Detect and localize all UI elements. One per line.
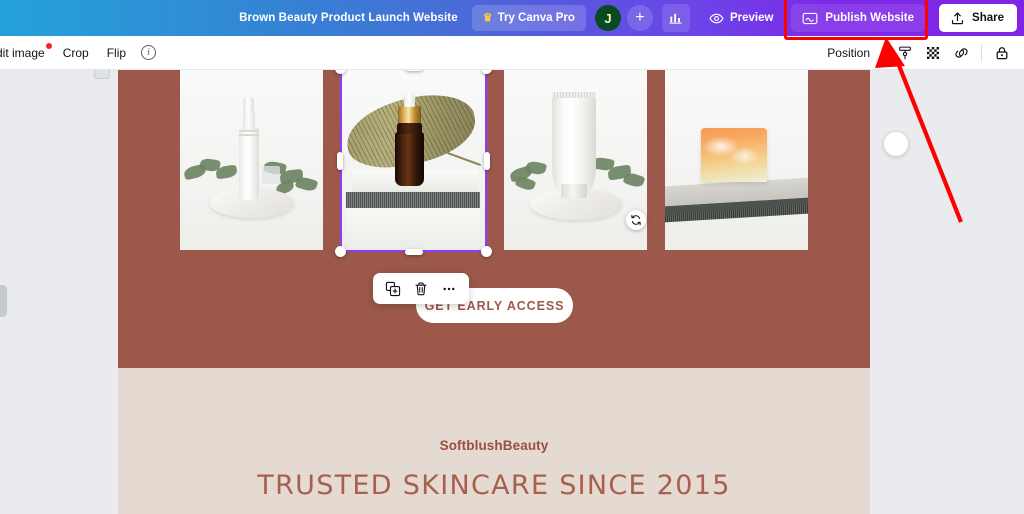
- bottle-body: [239, 128, 259, 200]
- soap-bar: [701, 128, 767, 182]
- canvas-helper-button[interactable]: [884, 132, 908, 156]
- photo-amber-dropper-bottle[interactable]: [342, 70, 485, 250]
- publish-icon: [803, 12, 818, 24]
- link-button[interactable]: [947, 40, 975, 66]
- headline-text[interactable]: TRUSTED SKINCARE SINCE 2015: [118, 470, 870, 501]
- delete-button[interactable]: [408, 276, 434, 302]
- amber-bottle-shoulder: [397, 122, 422, 134]
- share-button[interactable]: Share: [939, 4, 1017, 32]
- upload-icon: [951, 11, 964, 24]
- product-image-row: [118, 70, 870, 250]
- glass-jar: [262, 166, 280, 184]
- brand-name[interactable]: SoftblushBeauty: [118, 438, 870, 453]
- avatar-initial: J: [604, 10, 612, 26]
- editor-workspace: GET EARLY ACCESS SoftblushBeauty TRUSTED…: [0, 70, 1024, 514]
- image-toolbar-right: Position: [819, 40, 1024, 66]
- transparency-button[interactable]: [919, 40, 947, 66]
- amber-bottle-body: [395, 132, 424, 186]
- position-button[interactable]: Position: [819, 42, 878, 64]
- format-painter-icon: [899, 46, 911, 59]
- transparency-icon: [927, 46, 939, 59]
- more-options-icon: [443, 287, 455, 290]
- photo-orange-soap-bar[interactable]: [665, 70, 808, 250]
- duplicate-button[interactable]: [380, 276, 406, 302]
- tube-seal: [552, 92, 596, 98]
- analytics-button[interactable]: [661, 4, 690, 32]
- edit-image-label: dit image: [0, 45, 45, 60]
- gold-collar: [398, 106, 421, 123]
- canva-website-editor: Brown Beauty Product Launch Website ♛ Tr…: [0, 0, 1024, 514]
- plus-icon: +: [635, 9, 645, 26]
- tube-body: [552, 96, 596, 196]
- edit-image-button[interactable]: dit image: [0, 42, 54, 64]
- publish-website-label: Publish Website: [825, 12, 915, 24]
- flip-label: Flip: [106, 45, 127, 60]
- lock-button[interactable]: [988, 40, 1016, 66]
- design-canvas[interactable]: GET EARLY ACCESS SoftblushBeauty TRUSTED…: [118, 70, 870, 514]
- page-tab-handle[interactable]: [94, 70, 110, 79]
- crop-button[interactable]: Crop: [54, 42, 98, 64]
- crown-icon: ♛: [482, 11, 493, 24]
- grey-slab: [346, 192, 480, 208]
- lock-icon: [996, 46, 1008, 59]
- toolbar-divider-1: [884, 43, 885, 62]
- image-toolbar: dit image Crop Flip i Position: [0, 36, 1024, 70]
- tube-cap: [561, 184, 587, 198]
- bottle-ring: [239, 134, 259, 136]
- try-canva-pro-button[interactable]: ♛ Try Canva Pro: [471, 5, 586, 31]
- publish-website-wrapper: Publish Website: [784, 0, 929, 40]
- preview-label: Preview: [729, 12, 774, 24]
- left-panel-handle[interactable]: [0, 285, 7, 317]
- preview-button[interactable]: Preview: [699, 4, 783, 32]
- eye-icon: [709, 13, 724, 23]
- dropper-bulb: [404, 92, 415, 107]
- rotate-handle-icon[interactable]: [626, 210, 646, 230]
- more-options-button[interactable]: [436, 276, 462, 302]
- new-badge-dot: [45, 42, 52, 49]
- duplicate-icon: [385, 281, 401, 296]
- bottle-cap: [243, 97, 254, 111]
- image-toolbar-left: dit image Crop Flip i: [0, 42, 157, 64]
- photo2-floor: [346, 208, 480, 250]
- link-icon: [954, 47, 968, 58]
- bottle-neck: [243, 110, 255, 130]
- add-collaborator-button[interactable]: +: [626, 5, 653, 31]
- position-label: Position: [827, 45, 870, 60]
- publish-website-button[interactable]: Publish Website: [791, 4, 926, 32]
- try-canva-pro-label: Try Canva Pro: [497, 12, 575, 24]
- bottle-ring: [239, 130, 259, 132]
- crop-label: Crop: [62, 45, 89, 60]
- delete-icon: [415, 281, 427, 295]
- bar-chart-icon: [669, 13, 682, 24]
- photo-white-pump-bottle[interactable]: [180, 70, 323, 250]
- flip-button[interactable]: Flip: [98, 42, 135, 64]
- share-label: Share: [972, 12, 1004, 24]
- toolbar-divider-2: [981, 43, 982, 62]
- top-bar: Brown Beauty Product Launch Website ♛ Tr…: [0, 0, 1024, 40]
- rotate-arrows-icon: [631, 214, 641, 226]
- document-title[interactable]: Brown Beauty Product Launch Website: [229, 12, 468, 24]
- format-painter-button[interactable]: [891, 40, 919, 66]
- avatar[interactable]: J: [594, 5, 621, 31]
- info-icon[interactable]: i: [141, 45, 157, 60]
- object-context-toolbar: [373, 273, 469, 304]
